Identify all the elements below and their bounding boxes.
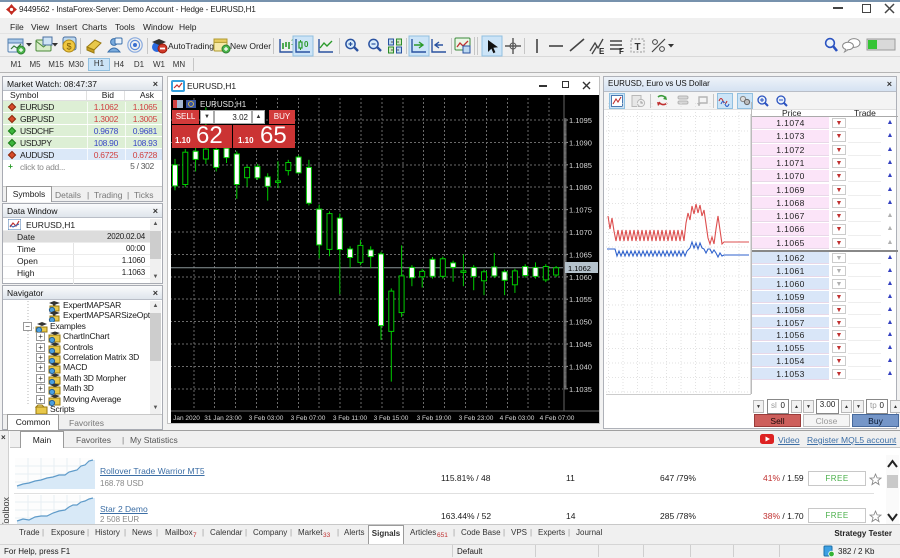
svg-text:3 Feb 23:00: 3 Feb 23:00 [459,415,494,422]
svg-text:3 Feb 19:00: 3 Feb 19:00 [417,415,452,422]
svg-text:T: T [634,42,640,53]
svg-text:1.1060: 1.1060 [569,273,592,282]
svg-text:F: F [619,47,624,56]
svg-text:1.1040: 1.1040 [569,362,592,371]
svg-text:1.1065: 1.1065 [569,250,592,259]
svg-text:31 Jan 23:00: 31 Jan 23:00 [204,415,242,422]
svg-text:1.1045: 1.1045 [569,340,592,349]
svg-text:0: 0 [304,40,309,49]
svg-text:3 Feb 15:00: 3 Feb 15:00 [374,415,409,422]
svg-text:1.1090: 1.1090 [569,138,592,147]
svg-text:1.1070: 1.1070 [569,228,592,237]
svg-text:1.1035: 1.1035 [569,385,592,394]
svg-text:4 Feb 07:00: 4 Feb 07:00 [540,415,575,422]
svg-text:1.1062: 1.1062 [568,264,591,273]
svg-text:3 Feb 03:00: 3 Feb 03:00 [249,415,284,422]
svg-text:E: E [599,47,605,56]
svg-text:1.1080: 1.1080 [569,183,592,192]
svg-text:1.1055: 1.1055 [569,295,592,304]
svg-text:1.1075: 1.1075 [569,206,592,215]
svg-text:3 Feb 11:00: 3 Feb 11:00 [333,415,368,422]
svg-text:31 Jan 2020: 31 Jan 2020 [171,415,200,422]
svg-text:New Order: New Order [230,41,271,51]
svg-text:1.1095: 1.1095 [569,116,592,125]
svg-text:$: $ [66,42,71,52]
svg-text:1.1050: 1.1050 [569,318,592,327]
svg-text:4 Feb 03:00: 4 Feb 03:00 [500,415,535,422]
svg-text:AutoTrading: AutoTrading [168,41,214,51]
svg-text:3 Feb 07:00: 3 Feb 07:00 [291,415,326,422]
svg-text:EURUSD,H1: EURUSD,H1 [200,100,247,109]
svg-text:1.1085: 1.1085 [569,161,592,170]
